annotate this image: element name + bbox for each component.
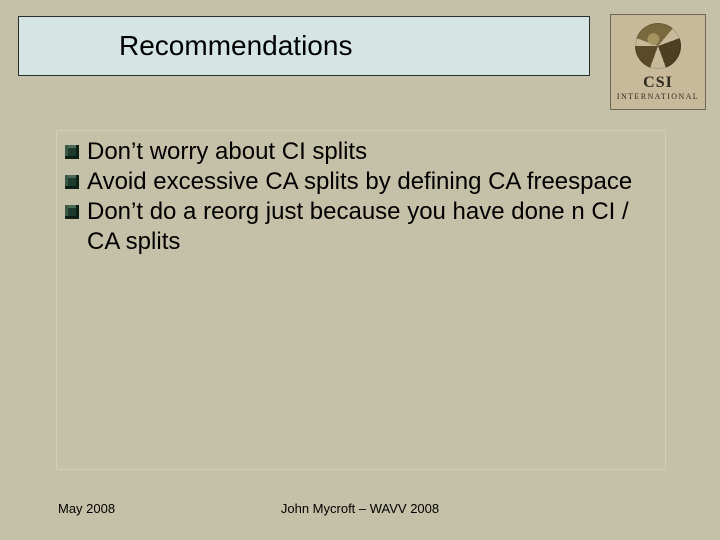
title-box: Recommendations xyxy=(18,16,590,76)
list-item: Don’t do a reorg just because you have d… xyxy=(65,197,655,257)
list-item: Avoid excessive CA splits by defining CA… xyxy=(65,167,655,197)
swirl-icon xyxy=(635,23,681,69)
bullet-icon xyxy=(65,205,79,219)
slide: Recommendations CSI International Don’t … xyxy=(0,0,720,540)
body-box: Don’t worry about CI splits Avoid excess… xyxy=(56,130,666,470)
logo-text-primary: CSI xyxy=(643,75,673,91)
bullet-text: Don’t worry about CI splits xyxy=(87,137,655,167)
logo: CSI International xyxy=(610,14,706,110)
slide-title: Recommendations xyxy=(119,30,352,62)
footer-credit: John Mycroft – WAVV 2008 xyxy=(0,501,720,516)
bullet-text: Avoid excessive CA splits by defining CA… xyxy=(87,167,655,197)
bullet-icon xyxy=(65,145,79,159)
logo-text-secondary: International xyxy=(617,93,699,101)
bullet-text: Don’t do a reorg just because you have d… xyxy=(87,197,655,257)
bullet-icon xyxy=(65,175,79,189)
list-item: Don’t worry about CI splits xyxy=(65,137,655,167)
